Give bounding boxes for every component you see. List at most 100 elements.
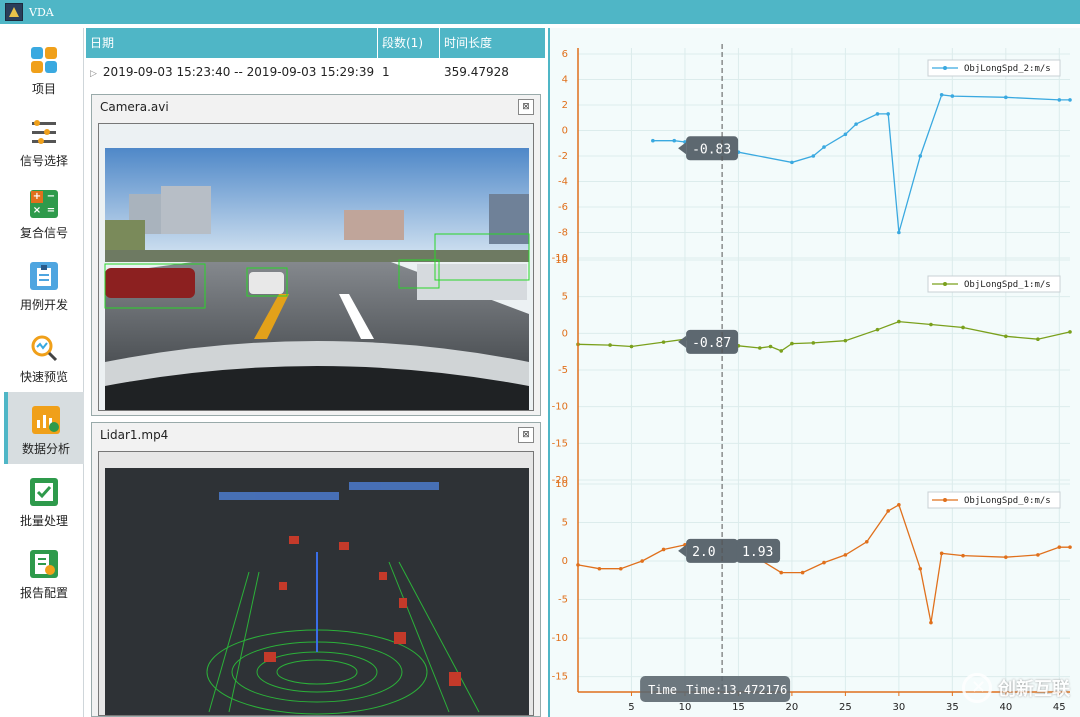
signal-chart[interactable]: 6420-2-4-6-8-10ObjLongSpd_2:m/s-0.831050… <box>550 28 1080 717</box>
data-point <box>939 93 944 97</box>
y-tick-label: 0 <box>562 126 568 137</box>
nav-item-project[interactable]: 项目 <box>4 32 84 104</box>
nav-label-batch-process: 批量处理 <box>19 514 68 528</box>
y-tick-label: -10 <box>552 633 568 644</box>
x-tick-label: 25 <box>839 702 852 713</box>
clipboard-icon <box>30 262 58 290</box>
data-point <box>768 344 773 349</box>
legend-marker <box>943 282 947 286</box>
close-icon[interactable]: ⊠ <box>518 99 534 115</box>
data-point <box>618 566 623 571</box>
data-point <box>897 503 901 507</box>
nav-label-project: 项目 <box>31 82 56 96</box>
lidar-scene <box>105 468 529 715</box>
data-point <box>608 343 612 347</box>
analysis-chart-icon <box>32 406 60 434</box>
watermark: 创新互联 <box>962 673 1070 703</box>
watermark-text: 创新互联 <box>998 679 1070 700</box>
project-grid-icon <box>30 46 58 74</box>
lidar-panel-title: Lidar1.mp4 <box>100 428 169 442</box>
nav-item-batch-process[interactable]: 批量处理 <box>4 464 84 536</box>
y-tick-label: -4 <box>558 177 568 188</box>
data-point <box>651 138 655 143</box>
y-tick-label: 2 <box>562 100 568 111</box>
column-header-segments[interactable]: 段数(1) <box>378 28 440 58</box>
data-point <box>929 322 933 327</box>
nav-label-usecase-dev: 用例开发 <box>19 298 68 312</box>
calculator-icon: + − × = <box>30 190 58 218</box>
x-tick-label: 10 <box>679 702 692 713</box>
data-point <box>886 509 890 513</box>
camera-video-frame[interactable] <box>98 123 534 411</box>
column-header-length[interactable]: 时间长度 <box>440 28 546 58</box>
data-point <box>758 346 762 350</box>
nav-item-compound-signal[interactable]: + − × = 复合信号 <box>4 176 84 248</box>
tooltip-value: -0.83 <box>692 142 731 157</box>
data-point <box>843 338 848 343</box>
column-header-date[interactable]: 日期 <box>86 28 378 58</box>
data-table: 日期 段数(1) 时间长度 ▷ 2019-09-03 15:23:40 -- 20… <box>86 28 546 88</box>
x-tick-label: 45 <box>1053 702 1066 713</box>
data-point <box>1004 95 1008 100</box>
tooltip-pointer <box>678 335 687 348</box>
nav-item-report-config[interactable]: 报告配置 <box>4 536 84 608</box>
x-tick-label: 35 <box>946 702 959 713</box>
data-point <box>822 560 826 565</box>
data-point <box>918 566 923 571</box>
legend-label: ObjLongSpd_2:m/s <box>964 64 1051 74</box>
y-tick-label: 0 <box>562 328 568 339</box>
lidar-panel: Lidar1.mp4 ⊠ <box>91 422 541 717</box>
y-tick-label: 5 <box>562 292 568 303</box>
nav-item-usecase-dev[interactable]: 用例开发 <box>4 248 84 320</box>
y-tick-label: 0 <box>562 556 568 567</box>
row-length: 359.47928 <box>444 65 509 79</box>
data-point <box>790 341 794 346</box>
data-point <box>661 340 666 344</box>
watermark-logo-icon <box>962 673 992 703</box>
nav-item-signal-select[interactable]: 信号选择 <box>4 104 84 176</box>
app-title: VDA <box>29 5 54 19</box>
data-point <box>1068 545 1072 549</box>
close-icon[interactable]: ⊠ <box>518 427 534 443</box>
batch-check-icon <box>30 478 58 506</box>
title-bar: VDA <box>0 0 1080 24</box>
data-point <box>779 570 784 575</box>
x-tick-label: 30 <box>893 702 906 713</box>
x-tick-label: 20 <box>786 702 799 713</box>
chart-area[interactable]: 6 4 2 0 -2 -4 -6 -8 -10 ObjLongSpd_2:m/s -0.83 10 5 0… <box>548 28 1080 717</box>
nav-item-quick-preview[interactable]: 快速预览 <box>4 320 84 392</box>
series-line-1 <box>577 320 1071 352</box>
data-point <box>929 620 933 625</box>
data-point <box>1036 337 1040 342</box>
data-point <box>950 94 955 98</box>
data-point <box>1068 98 1072 102</box>
tooltip-pointer <box>678 142 687 155</box>
data-point <box>843 132 848 137</box>
table-row[interactable]: ▷ 2019-09-03 15:23:40 -- 2019-09-03 15:29… <box>86 58 546 86</box>
data-point <box>822 145 826 149</box>
data-point <box>875 112 880 116</box>
camera-panel: Camera.avi ⊠ <box>91 94 541 416</box>
lidar-video-frame[interactable] <box>98 451 534 716</box>
nav-item-data-analysis[interactable]: 数据分析 <box>4 392 84 464</box>
y-tick-label: 4 <box>562 75 568 86</box>
magnifier-icon <box>30 334 58 362</box>
app-logo-icon <box>5 3 23 21</box>
camera-panel-header: Camera.avi ⊠ <box>92 95 540 119</box>
data-point <box>918 154 923 158</box>
expand-arrow-icon[interactable]: ▷ <box>90 69 97 79</box>
camera-panel-title: Camera.avi <box>100 100 169 114</box>
y-tick-label: -5 <box>558 595 568 606</box>
data-point <box>1036 553 1040 557</box>
row-segments: 1 <box>382 65 390 79</box>
data-point <box>875 327 880 332</box>
left-navigation: 项目 信号选择 + − × = 复合信号 用例开发 快速预览 数据分析 批量处理… <box>4 28 84 717</box>
y-tick-label: -15 <box>552 438 568 449</box>
y-tick-label: -2 <box>558 151 568 162</box>
data-point <box>961 553 965 558</box>
table-header: 日期 段数(1) 时间长度 <box>86 28 546 58</box>
legend-marker <box>943 66 947 70</box>
signal-select-icon <box>30 118 58 146</box>
legend-label: ObjLongSpd_1:m/s <box>964 280 1051 290</box>
time-label-left: Time <box>648 683 677 697</box>
